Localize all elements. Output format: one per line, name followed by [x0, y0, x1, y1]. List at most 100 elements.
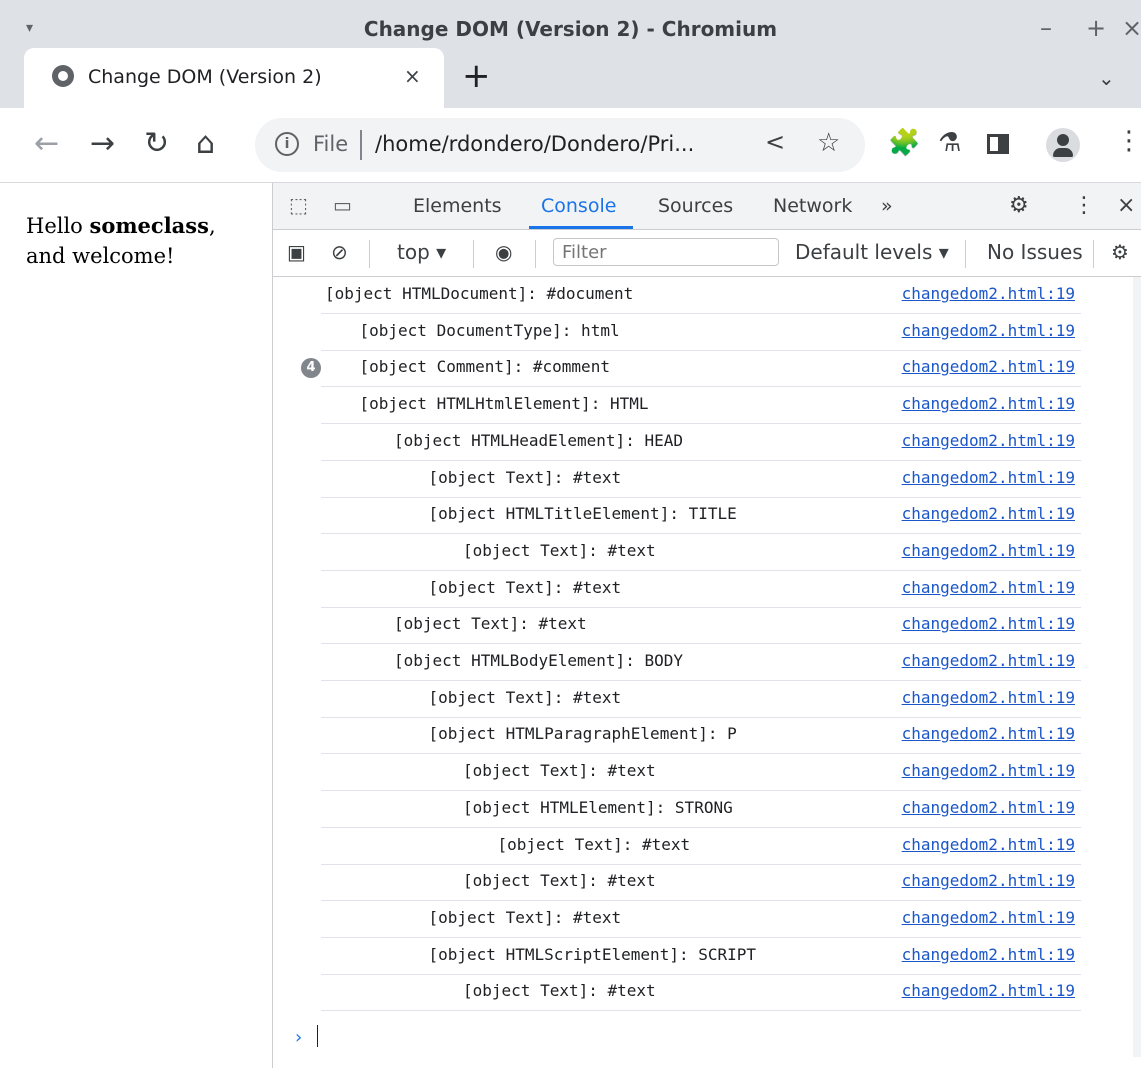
tab-console[interactable]: Console — [541, 195, 616, 217]
console-row: [object Text]: #text changedom2.html:19 — [321, 607, 1081, 645]
console-message-text: [object Text]: #text — [428, 467, 622, 487]
comma-text: , — [208, 214, 216, 238]
console-message-text: [object Text]: #text — [497, 834, 691, 854]
window-title: Change DOM (Version 2) - Chromium — [363, 17, 778, 41]
source-link[interactable]: changedom2.html:19 — [902, 357, 1075, 376]
tab-network[interactable]: Network — [773, 195, 852, 217]
sidebar-toggle-icon[interactable]: ▣ — [287, 240, 306, 264]
console-row: [object HTMLBodyElement]: BODY changedom2… — [321, 644, 1081, 681]
console-message-text: [object Text]: #text — [463, 981, 656, 1001]
active-tab-indicator — [529, 226, 633, 229]
devtools-menu-icon[interactable]: ⋮ — [1073, 193, 1095, 218]
devtools-settings-icon[interactable]: ⚙ — [1009, 193, 1029, 218]
source-link[interactable]: changedom2.html:19 — [902, 761, 1075, 780]
globe-icon — [52, 65, 74, 87]
console-messages: › [object HTMLDocument]: #document change… — [273, 277, 1141, 1068]
page-viewport: Hello someclass, and welcome! — [0, 183, 273, 1068]
tab-strip: Change DOM (Version 2) × + ⌄ — [0, 48, 1141, 108]
console-row: [object HTMLTitleElement]: TITLE changedo… — [321, 497, 1081, 535]
clear-console-icon[interactable]: ⊘ — [331, 240, 348, 264]
source-link[interactable]: changedom2.html:19 — [902, 504, 1075, 523]
info-icon[interactable]: i — [275, 132, 299, 156]
source-link[interactable]: changedom2.html:19 — [902, 651, 1075, 670]
source-link[interactable]: changedom2.html:19 — [902, 541, 1075, 560]
source-link[interactable]: changedom2.html:19 — [902, 284, 1075, 303]
devtools-close-icon[interactable]: × — [1117, 193, 1135, 218]
console-message-text: [object Text]: #text — [394, 614, 587, 634]
bookmark-star-icon[interactable]: ☆ — [817, 128, 840, 158]
console-settings-icon[interactable]: ⚙ — [1111, 240, 1129, 264]
source-link[interactable]: changedom2.html:19 — [902, 614, 1075, 633]
more-tabs-icon[interactable]: » — [881, 195, 893, 217]
source-link[interactable]: changedom2.html:19 — [902, 981, 1075, 1000]
window-close-icon[interactable]: × — [1122, 14, 1141, 42]
console-row: [object Text]: #text changedom2.html:19 — [321, 571, 1081, 608]
log-levels-dropdown[interactable]: Default levels ▾ — [795, 240, 949, 264]
console-message-text: [object Text]: #text — [463, 540, 656, 560]
source-link[interactable]: changedom2.html:19 — [902, 945, 1075, 964]
console-row: [object HTMLParagraphElement]: P changedo… — [321, 717, 1081, 755]
source-link[interactable]: changedom2.html:19 — [902, 871, 1075, 890]
welcome-text: and welcome! — [26, 244, 175, 268]
new-tab-button[interactable]: + — [462, 56, 491, 96]
tab-search-chevron-icon[interactable]: ⌄ — [1098, 66, 1115, 90]
side-panel-icon[interactable] — [987, 134, 1009, 154]
forward-arrow-icon[interactable]: → — [90, 126, 115, 161]
reload-icon[interactable]: ↻ — [144, 126, 169, 161]
maximize-icon[interactable]: + — [1086, 14, 1106, 42]
devtools-panel: ⬚ ▭ Elements Console Sources Network » ⚙… — [273, 183, 1141, 1068]
console-message-text: [object HTMLHeadElement]: HEAD — [394, 430, 683, 450]
console-row: [object Comment]: #comment changedom2.htm… — [321, 350, 1081, 388]
toolbar-separator — [965, 240, 966, 268]
minimize-icon[interactable]: – — [1040, 14, 1052, 42]
console-message-text: [object HTMLElement]: STRONG — [463, 797, 733, 817]
source-link[interactable]: changedom2.html:19 — [902, 908, 1075, 927]
tab-close-icon[interactable]: × — [404, 64, 421, 88]
url-text[interactable]: /home/rdondero/Dondero/Pri... — [375, 132, 694, 156]
browser-menu-icon[interactable]: ⋮ — [1116, 126, 1141, 156]
tab-sources[interactable]: Sources — [658, 195, 733, 217]
console-message-text: [object HTMLDocument]: #document — [325, 284, 634, 303]
share-icon[interactable]: < — [765, 128, 785, 156]
source-link[interactable]: changedom2.html:19 — [902, 431, 1075, 450]
console-row: [object Text]: #text changedom2.html:19 — [321, 974, 1081, 1012]
toolbar-separator — [1093, 240, 1094, 268]
source-link[interactable]: changedom2.html:19 — [902, 468, 1075, 487]
source-link[interactable]: changedom2.html:19 — [902, 394, 1075, 413]
tab-elements[interactable]: Elements — [413, 195, 502, 217]
console-message-text: [object Text]: #text — [428, 907, 622, 927]
console-row: [object Text]: #text changedom2.html:19 — [321, 828, 1081, 865]
console-message-text: [object HTMLParagraphElement]: P — [428, 724, 737, 744]
console-filter-input[interactable] — [553, 238, 779, 266]
address-bar[interactable]: i File /home/rdondero/Dondero/Pri... < ☆ — [255, 118, 865, 172]
console-scrollbar[interactable] — [1133, 277, 1141, 1057]
browser-toolbar: ← → ↻ ⌂ i File /home/rdondero/Dondero/Pr… — [0, 108, 1141, 183]
context-selector[interactable]: top ▾ — [397, 240, 446, 264]
source-link[interactable]: changedom2.html:19 — [902, 835, 1075, 854]
tab-change-dom[interactable]: Change DOM (Version 2) × — [24, 48, 444, 108]
source-link[interactable]: changedom2.html:19 — [902, 321, 1075, 340]
extensions-puzzle-icon[interactable]: 🧩 — [888, 128, 920, 158]
profile-avatar-icon[interactable] — [1046, 128, 1080, 162]
console-message-text: [object HTMLHtmlElement]: HTML — [359, 394, 649, 414]
source-link[interactable]: changedom2.html:19 — [902, 798, 1075, 817]
console-input-caret[interactable] — [317, 1025, 318, 1047]
file-scheme-label: File — [313, 132, 349, 156]
toolbar-separator — [535, 240, 536, 268]
issues-counter[interactable]: No Issues — [987, 240, 1083, 264]
toolbar-separator — [369, 240, 370, 268]
source-link[interactable]: changedom2.html:19 — [902, 688, 1075, 707]
console-row: [object HTMLDocument]: #document changedo… — [321, 277, 1081, 314]
source-link[interactable]: changedom2.html:19 — [902, 578, 1075, 597]
inspect-element-icon[interactable]: ⬚ — [289, 193, 308, 217]
strong-name: someclass — [89, 213, 209, 238]
console-message-text: [object Comment]: #comment — [359, 357, 610, 377]
labs-flask-icon[interactable]: ⚗ — [938, 128, 961, 158]
console-message-text: [object DocumentType]: html — [359, 320, 620, 340]
home-icon[interactable]: ⌂ — [196, 126, 215, 161]
device-toolbar-icon[interactable]: ▭ — [333, 193, 352, 217]
source-link[interactable]: changedom2.html:19 — [902, 724, 1075, 743]
console-message-text: [object HTMLScriptElement]: SCRIPT — [428, 944, 757, 964]
live-expression-eye-icon[interactable]: ◉ — [495, 240, 512, 264]
back-arrow-icon[interactable]: ← — [34, 126, 59, 161]
